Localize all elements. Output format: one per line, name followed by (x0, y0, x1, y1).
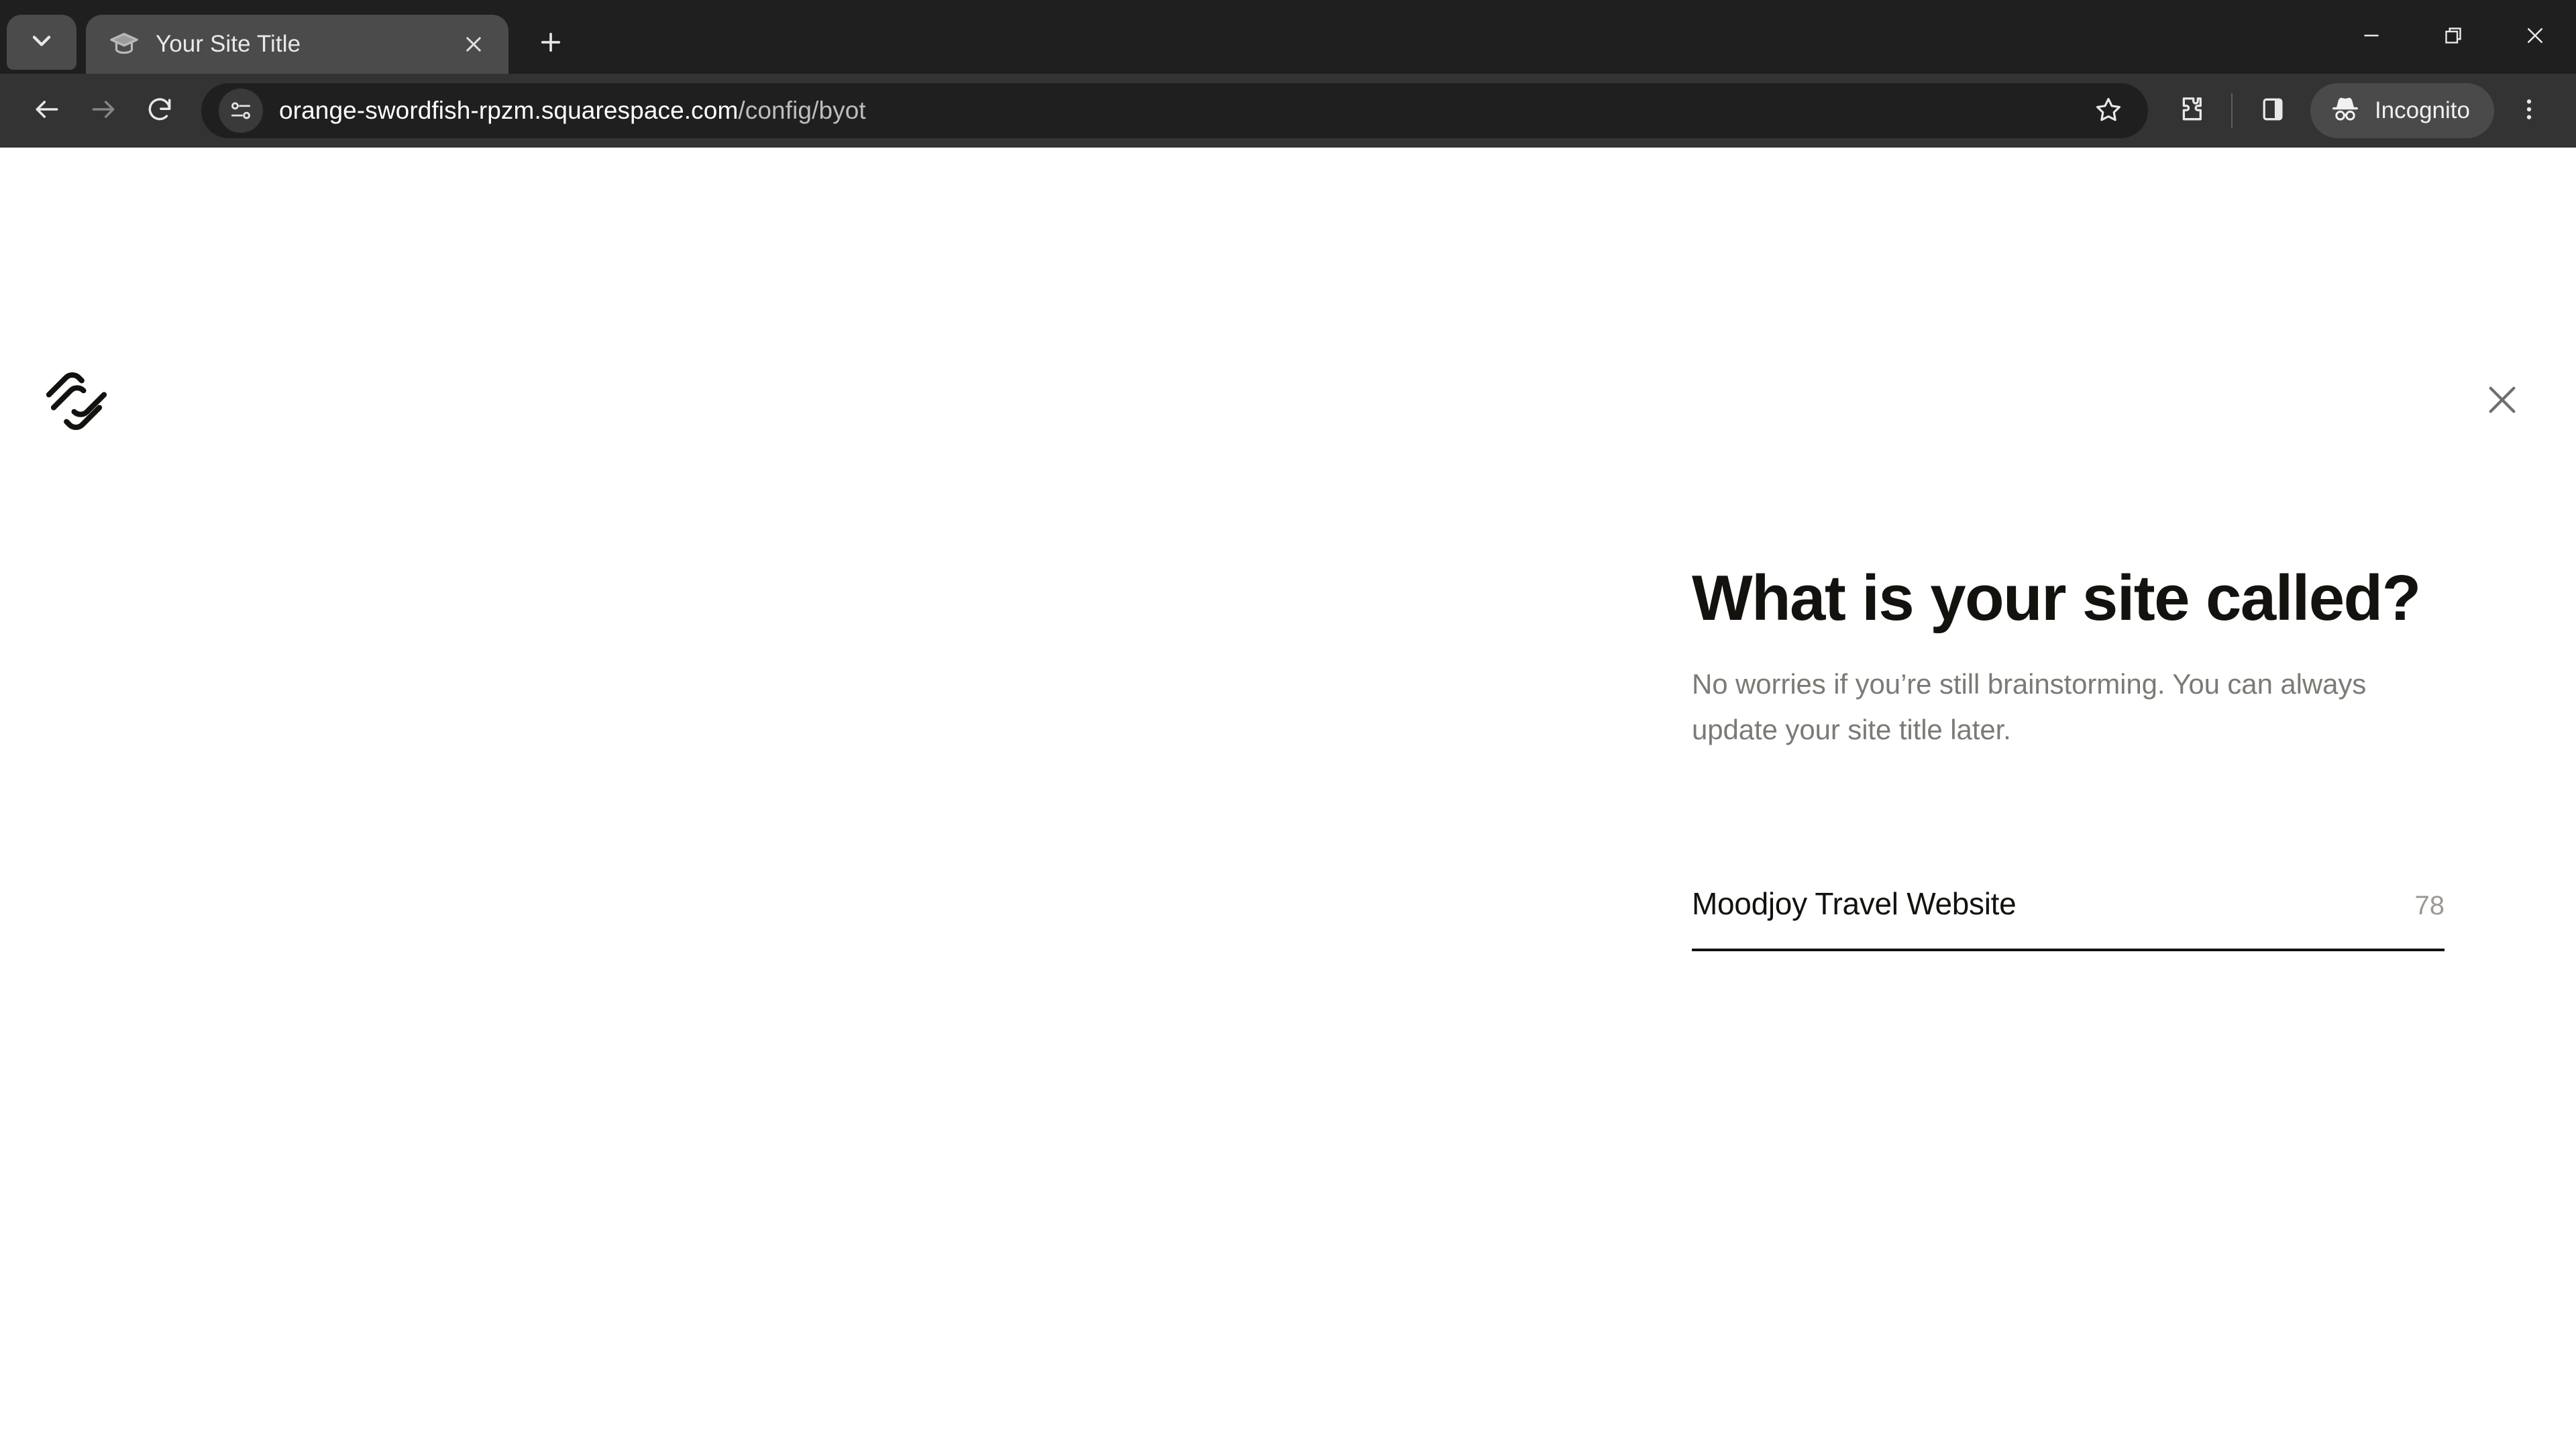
url-text: orange-swordfish-rpzm.squarespace.com/co… (279, 97, 866, 124)
character-counter: 78 (2414, 891, 2445, 920)
browser-toolbar: orange-swordfish-rpzm.squarespace.com/co… (0, 74, 2576, 148)
field-underline (1692, 949, 2445, 951)
reload-button[interactable] (131, 83, 188, 139)
address-bar[interactable]: orange-swordfish-rpzm.squarespace.com/co… (201, 83, 2148, 138)
three-dot-menu-icon (2516, 96, 2542, 126)
page-title: What is your site called? (1692, 562, 2421, 634)
tab-search-button[interactable] (7, 15, 76, 70)
new-tab-button[interactable] (525, 17, 577, 70)
page-viewport: What is your site called? No worries if … (0, 148, 2576, 1449)
setup-panel: What is your site called? No worries if … (1692, 564, 2445, 753)
back-button[interactable] (19, 83, 75, 139)
browser-menu-button[interactable] (2501, 83, 2557, 139)
arrow-left-icon (32, 95, 62, 127)
minimize-icon (2359, 23, 2383, 51)
tab-title: Your Site Title (156, 31, 301, 57)
site-title-field-group: 78 (1692, 885, 2445, 951)
site-settings-icon[interactable] (219, 89, 263, 133)
browser-tab[interactable]: Your Site Title (86, 15, 508, 74)
incognito-hat-icon (2329, 93, 2375, 129)
close-setup-button[interactable] (2463, 362, 2541, 440)
side-panel-icon (2258, 95, 2288, 127)
site-title-input[interactable] (1692, 885, 2395, 922)
reload-icon (145, 95, 174, 127)
browser-window: Your Site Title orange-swordfish-rpzm.sq… (0, 0, 2576, 1449)
puzzle-piece-icon (2176, 95, 2206, 127)
close-window-icon (2523, 23, 2547, 51)
arrow-right-icon (89, 95, 118, 127)
star-icon (2094, 95, 2123, 127)
restore-window-icon (2441, 23, 2465, 51)
tab-close-button[interactable] (455, 25, 492, 63)
minimize-button[interactable] (2330, 0, 2412, 74)
page-subtitle: No worries if you’re still brainstorming… (1692, 667, 2367, 745)
incognito-label: Incognito (2374, 97, 2470, 123)
side-panel-button[interactable] (2245, 83, 2301, 139)
incognito-indicator[interactable]: Incognito (2310, 83, 2494, 138)
forward-button[interactable] (75, 83, 131, 139)
window-controls (2330, 0, 2576, 74)
plus-icon (537, 28, 565, 60)
tab-strip: Your Site Title (0, 0, 2576, 74)
toolbar-divider (2231, 93, 2233, 128)
graduation-cap-icon (109, 29, 140, 60)
extensions-button[interactable] (2163, 83, 2219, 139)
maximize-restore-button[interactable] (2412, 0, 2494, 74)
bookmark-button[interactable] (2084, 86, 2133, 136)
close-window-button[interactable] (2494, 0, 2576, 74)
chevron-down-icon (27, 26, 56, 59)
close-icon (2481, 378, 2524, 425)
squarespace-logo-icon[interactable] (39, 364, 114, 439)
